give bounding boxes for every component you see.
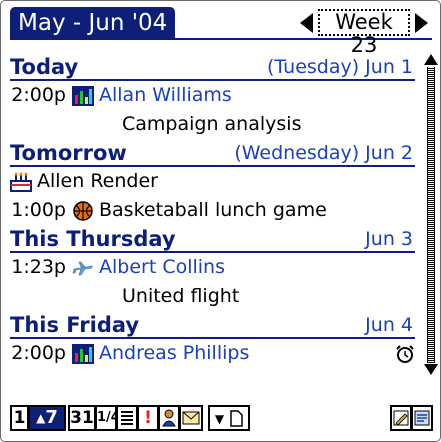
event-row[interactable]: 2:00p Andreas Phillips [10,339,415,368]
day-label: Tomorrow [10,141,127,165]
day-header-friday[interactable]: This Friday Jun 4 [10,311,415,339]
new-document-icon [230,409,243,427]
week-view-button[interactable]: ▲7 [28,405,66,431]
edit-button[interactable] [390,405,412,431]
pencil-icon [393,410,409,426]
day-date: Jun 3 [365,228,413,250]
day-date: (Wednesday) Jun 2 [234,142,413,164]
day-header-tomorrow[interactable]: Tomorrow (Wednesday) Jun 2 [10,139,415,167]
event-text: Allen Render [37,170,158,192]
day-label: This Friday [10,313,140,337]
mail-button[interactable] [179,405,203,431]
airplane-icon [72,261,93,275]
event-time: 1:23p [11,256,66,278]
untimed-event-row[interactable]: Allen Render [10,167,415,196]
next-week-icon[interactable] [415,13,428,33]
week-view-marker: ▲ [36,411,46,425]
event-text: Basketaball lunch game [99,199,327,221]
day-label: This Thursday [10,227,176,251]
month-view-button[interactable]: 31 [68,405,96,431]
event-row[interactable]: 1:00p Basketaball lunch game [10,196,415,225]
basketball-icon [73,200,93,221]
scrollbar-track[interactable] [427,67,435,363]
scroll-up-icon[interactable] [424,54,438,65]
event-note: Campaign analysis [122,113,302,135]
list-view-button[interactable] [116,405,138,431]
event-time: 1:00p [11,199,66,221]
agenda-list: Today (Tuesday) Jun 1 2:00p Allan William… [10,53,415,368]
alarm-clock-icon [396,345,414,363]
cake-icon [10,172,32,192]
event-row[interactable]: 1:23p Albert Collins [10,253,415,282]
chart-icon [72,343,94,364]
day-date: (Tuesday) Jun 1 [267,56,413,78]
details-icon [414,410,430,426]
event-time: 2:00p [11,342,66,364]
dropdown-icon: ▼ [214,412,225,426]
event-row[interactable]: 2:00p Allan Williams [10,81,415,110]
app-window: May - Jun '04 Week 23 Today (Tuesday) Ju… [0,0,441,442]
details-button[interactable] [411,405,433,431]
todo-button[interactable]: ! [137,405,159,431]
exclamation-icon: ! [144,408,152,428]
week-selector[interactable]: Week 23 [318,9,410,57]
contacts-button[interactable] [158,405,180,431]
week-view-label: 7 [45,407,58,428]
chart-icon [72,85,94,106]
contact-link[interactable]: Andreas Phillips [99,342,249,364]
day-header-today[interactable]: Today (Tuesday) Jun 1 [10,53,415,81]
menu-new-button[interactable]: ▼ [208,405,250,431]
day-header-thursday[interactable]: This Thursday Jun 3 [10,225,415,253]
contact-link[interactable]: Allan Williams [99,84,232,106]
event-time: 2:00p [11,84,66,106]
scroll-down-icon[interactable] [424,364,438,375]
previous-week-icon[interactable] [300,13,313,33]
day-date: Jun 4 [365,314,413,336]
page-title[interactable]: May - Jun '04 [10,7,176,39]
list-icon [121,411,133,425]
envelope-icon [182,411,200,425]
year-view-button[interactable]: 1/4 [95,405,120,431]
event-note: United flight [122,285,240,307]
day-label: Today [10,55,79,79]
person-icon [162,409,176,427]
day-view-button[interactable]: 1 [10,405,29,431]
contact-link[interactable]: Albert Collins [99,256,225,278]
